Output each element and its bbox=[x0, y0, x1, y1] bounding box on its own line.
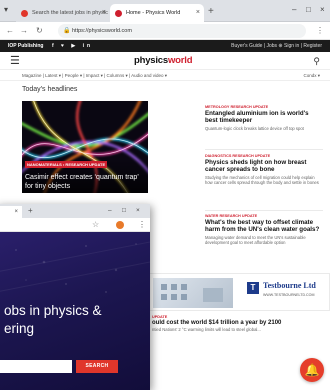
article-item[interactable]: DIAGNOSTICS RESEARCH UPDATE Physics shed… bbox=[205, 153, 323, 186]
headline-line: obs in physics & bbox=[4, 303, 102, 318]
jobs-headline: obs in physics & ering bbox=[4, 302, 150, 338]
notification-bell-button[interactable]: 🔔 bbox=[300, 358, 324, 382]
search-button[interactable]: SEARCH bbox=[76, 360, 118, 373]
tab-label: Search the latest jobs in physic bbox=[32, 10, 108, 16]
browser-menu-icon[interactable]: ⋮ bbox=[316, 24, 324, 38]
site-nav: Magazine | Latest ▾ | People ▾ | Impact … bbox=[0, 70, 330, 81]
bookmark-star-icon[interactable]: ☆ bbox=[92, 219, 99, 231]
address-bar: ← → ↻ 🔒 https://physicsworld.com ⋮ bbox=[0, 22, 330, 40]
new-tab-button[interactable]: + bbox=[28, 204, 33, 218]
extension-icon[interactable] bbox=[116, 221, 124, 229]
nav-right[interactable]: Condx ▾ bbox=[303, 70, 320, 81]
ad-building-image bbox=[153, 278, 233, 308]
close-window-icon[interactable]: × bbox=[320, 3, 325, 17]
browser-tabstrip: ▾ Search the latest jobs in physic × Hom… bbox=[0, 0, 330, 22]
hero-tag: NANOMATERIALS • RESEARCH UPDATE bbox=[25, 161, 108, 168]
jobs-browser-window: × + – □ × ☆ ⋮ obs in physics & ering SEA… bbox=[0, 204, 150, 390]
tab-physics-world[interactable]: Home - Physics World × bbox=[110, 4, 204, 22]
ad-company: Testbourne Ltd bbox=[263, 281, 316, 290]
url-text: https://physicsworld.com bbox=[72, 28, 132, 34]
tab-jobs[interactable]: × bbox=[0, 206, 22, 218]
divider bbox=[205, 210, 323, 211]
jobs-hero: obs in physics & ering SEARCH bbox=[0, 232, 150, 390]
tab-close-icon[interactable]: × bbox=[102, 4, 106, 22]
browser-tabstrip: × + – □ × bbox=[0, 204, 150, 218]
iop-brand[interactable]: IOP Publishing bbox=[8, 40, 43, 52]
section-title: Today's headlines bbox=[22, 86, 78, 93]
testbourne-ad[interactable]: T Testbourne Ltd WWW.TESTBOURNELTD.COM bbox=[148, 273, 330, 311]
social-icons[interactable]: f ♥ ▶ in bbox=[52, 40, 93, 52]
headline-line: ering bbox=[4, 321, 35, 336]
site-header: ☰ physicsworld ⚲ bbox=[0, 52, 330, 70]
divider bbox=[205, 149, 323, 150]
job-search-input[interactable] bbox=[0, 360, 72, 373]
testbourne-logo-icon: T bbox=[247, 282, 259, 294]
tab-close-icon[interactable]: × bbox=[14, 209, 18, 215]
browser-menu-icon[interactable]: ⋮ bbox=[138, 219, 146, 231]
tab-label: Home - Physics World bbox=[126, 10, 181, 16]
hero-title[interactable]: Casimir effect creates ‘quantum trap’ fo… bbox=[25, 173, 145, 191]
minimize-icon[interactable]: – bbox=[108, 204, 112, 218]
hamburger-menu-icon[interactable]: ☰ bbox=[10, 54, 20, 68]
minimize-icon[interactable]: – bbox=[292, 3, 296, 17]
maximize-icon[interactable]: □ bbox=[122, 204, 126, 218]
close-window-icon[interactable]: × bbox=[136, 204, 140, 218]
tab-search-icon[interactable]: ▾ bbox=[4, 3, 8, 17]
tab-close-icon[interactable]: × bbox=[196, 4, 200, 22]
forward-icon[interactable]: → bbox=[20, 24, 28, 38]
hero-article[interactable]: NANOMATERIALS • RESEARCH UPDATE Casimir … bbox=[22, 101, 148, 193]
iop-top-bar: IOP Publishing f ♥ ▶ in Buyer's Guide | … bbox=[0, 40, 330, 52]
search-icon[interactable]: ⚲ bbox=[313, 54, 320, 68]
address-bar: ☆ ⋮ bbox=[0, 218, 150, 232]
account-links[interactable]: Buyer's Guide | Jobs ⊕ Sign in | Registe… bbox=[231, 40, 322, 52]
article-item[interactable]: WATER RESEARCH UPDATE What's the best wa… bbox=[205, 213, 323, 246]
article-item[interactable]: UPDATE ould cost the world $14 trillion … bbox=[152, 314, 330, 333]
physics-world-logo[interactable]: physicsworld bbox=[134, 55, 193, 66]
new-tab-button[interactable]: + bbox=[208, 5, 214, 19]
ad-url: WWW.TESTBOURNELTD.COM bbox=[263, 293, 315, 297]
back-icon[interactable]: ← bbox=[6, 24, 14, 38]
tab-jobs[interactable]: Search the latest jobs in physic × bbox=[16, 4, 110, 22]
article-title[interactable]: Physics sheds light on how breast cancer… bbox=[205, 159, 323, 174]
nav-items[interactable]: Magazine | Latest ▾ | People ▾ | Impact … bbox=[22, 70, 167, 81]
article-summary: Studying the mechanics of cell migration… bbox=[205, 174, 319, 186]
article-title[interactable]: ould cost the world $14 trillion a year … bbox=[152, 320, 330, 327]
maximize-icon[interactable]: □ bbox=[306, 3, 311, 17]
lock-icon: 🔒 bbox=[63, 28, 71, 34]
reload-icon[interactable]: ↻ bbox=[36, 24, 43, 38]
physics-world-favicon-icon bbox=[115, 10, 122, 17]
article-summary: ntied Nations' 2 °C warming limits will … bbox=[152, 327, 261, 333]
article-summary: Managing water demand to meet the UN's s… bbox=[205, 234, 306, 246]
article-title[interactable]: What's the best way to offset climate ha… bbox=[205, 219, 323, 234]
jobs-favicon-icon bbox=[21, 10, 28, 17]
article-item[interactable]: METROLOGY RESEARCH UPDATE Entangled alum… bbox=[205, 104, 323, 131]
article-title[interactable]: Entangled aluminium ion is world's best … bbox=[205, 110, 323, 125]
url-input[interactable]: 🔒 https://physicsworld.com bbox=[58, 24, 306, 38]
article-summary: Quantum-logic clock breaks lattice devic… bbox=[205, 125, 304, 131]
